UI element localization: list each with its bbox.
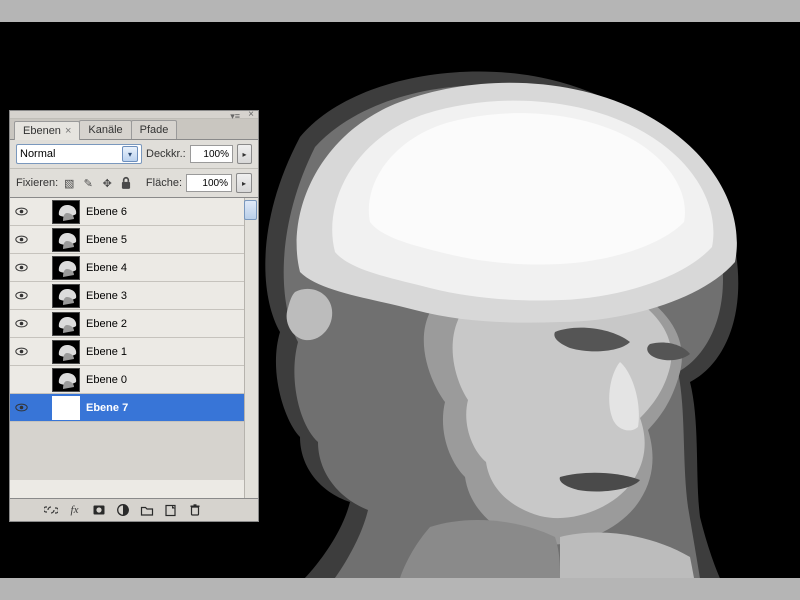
layer-thumbnail[interactable] (52, 284, 80, 308)
layer-thumbnail[interactable] (52, 340, 80, 364)
visibility-toggle[interactable] (14, 373, 28, 387)
visibility-toggle[interactable] (14, 401, 28, 415)
lock-fill-row: Fixieren: ▧ ✎ ✥ Fläche: 100% ▸ (10, 169, 258, 198)
tab-layers[interactable]: Ebenen × (14, 121, 80, 140)
new-layer-icon[interactable] (163, 503, 178, 518)
layer-name[interactable]: Ebene 7 (86, 402, 254, 414)
opacity-value: 100% (203, 149, 229, 160)
panel-close-icon[interactable]: × (248, 109, 254, 120)
layer-name[interactable]: Ebene 2 (86, 318, 254, 330)
tab-label: Kanäle (88, 124, 122, 136)
panel-statusbar: fx (10, 498, 258, 521)
tab-label: Ebenen (23, 125, 61, 137)
layer-row[interactable]: Ebene 6 (10, 198, 258, 226)
blend-mode-select[interactable]: Normal ▾ (16, 144, 142, 164)
visibility-toggle[interactable] (14, 317, 28, 331)
visibility-toggle[interactable] (14, 205, 28, 219)
layer-thumbnail[interactable] (52, 312, 80, 336)
layer-row[interactable]: Ebene 1 (10, 338, 258, 366)
fill-flyout-button[interactable]: ▸ (236, 173, 252, 193)
fill-value: 100% (202, 178, 228, 189)
layer-name[interactable]: Ebene 0 (86, 374, 254, 386)
layer-name[interactable]: Ebene 4 (86, 262, 254, 274)
blend-opacity-row: Normal ▾ Deckkr.: 100% ▸ (10, 140, 258, 169)
opacity-label: Deckkr.: (146, 148, 186, 160)
transparency-lock-icon[interactable]: ▧ (62, 176, 76, 190)
layer-row[interactable]: Ebene 4 (10, 254, 258, 282)
panel-tabstrip: Ebenen × Kanäle Pfade (10, 119, 258, 140)
layers-panel: ▾≡ × Ebenen × Kanäle Pfade Normal ▾ Deckk… (9, 110, 259, 522)
layers-scrollbar[interactable] (244, 198, 258, 498)
chevron-down-icon: ▾ (122, 146, 138, 162)
fill-label: Fläche: (146, 177, 182, 189)
layer-thumbnail[interactable] (52, 256, 80, 280)
layer-thumbnail[interactable] (52, 228, 80, 252)
visibility-toggle[interactable] (14, 345, 28, 359)
link-icon[interactable] (43, 503, 58, 518)
layer-thumbnail[interactable] (52, 396, 80, 420)
top-gutter (0, 0, 800, 22)
layer-thumbnail[interactable] (52, 200, 80, 224)
opacity-flyout-button[interactable]: ▸ (237, 144, 252, 164)
mask-icon[interactable] (91, 503, 106, 518)
lock-label: Fixieren: (16, 177, 58, 189)
move-lock-icon[interactable]: ✥ (100, 176, 114, 190)
fx-icon[interactable]: fx (67, 503, 82, 518)
fill-input[interactable]: 100% (186, 174, 232, 192)
tab-label: Pfade (140, 124, 169, 136)
panel-titlebar[interactable]: ▾≡ × (10, 111, 258, 119)
layers-list[interactable]: Ebene 6 Ebene 5 Ebene 4 Ebene 3 (10, 198, 258, 498)
layer-name[interactable]: Ebene 6 (86, 206, 254, 218)
layers-empty-area[interactable] (10, 422, 258, 480)
tab-channels[interactable]: Kanäle (79, 120, 131, 139)
lock-icons-group: ▧ ✎ ✥ (62, 176, 133, 190)
layer-row[interactable]: Ebene 0 (10, 366, 258, 394)
full-lock-icon[interactable] (119, 176, 133, 190)
tab-close-icon[interactable]: × (65, 125, 71, 137)
visibility-toggle[interactable] (14, 289, 28, 303)
tab-paths[interactable]: Pfade (131, 120, 178, 139)
scrollbar-thumb[interactable] (244, 200, 257, 220)
blend-mode-value: Normal (20, 148, 55, 160)
visibility-toggle[interactable] (14, 233, 28, 247)
group-icon[interactable] (139, 503, 154, 518)
layer-row[interactable]: Ebene 2 (10, 310, 258, 338)
layer-name[interactable]: Ebene 5 (86, 234, 254, 246)
panel-menu-icon[interactable]: ▾≡ (230, 111, 240, 122)
bottom-gutter (0, 578, 800, 600)
layer-row[interactable]: Ebene 5 (10, 226, 258, 254)
layer-thumbnail[interactable] (52, 368, 80, 392)
layer-name[interactable]: Ebene 1 (86, 346, 254, 358)
brush-lock-icon[interactable]: ✎ (81, 176, 95, 190)
layer-row[interactable]: Ebene 7 (10, 394, 258, 422)
trash-icon[interactable] (187, 503, 202, 518)
adjustment-icon[interactable] (115, 503, 130, 518)
visibility-toggle[interactable] (14, 261, 28, 275)
layer-row[interactable]: Ebene 3 (10, 282, 258, 310)
opacity-input[interactable]: 100% (190, 145, 233, 163)
layer-name[interactable]: Ebene 3 (86, 290, 254, 302)
app-stage: ▾≡ × Ebenen × Kanäle Pfade Normal ▾ Deckk… (0, 0, 800, 600)
